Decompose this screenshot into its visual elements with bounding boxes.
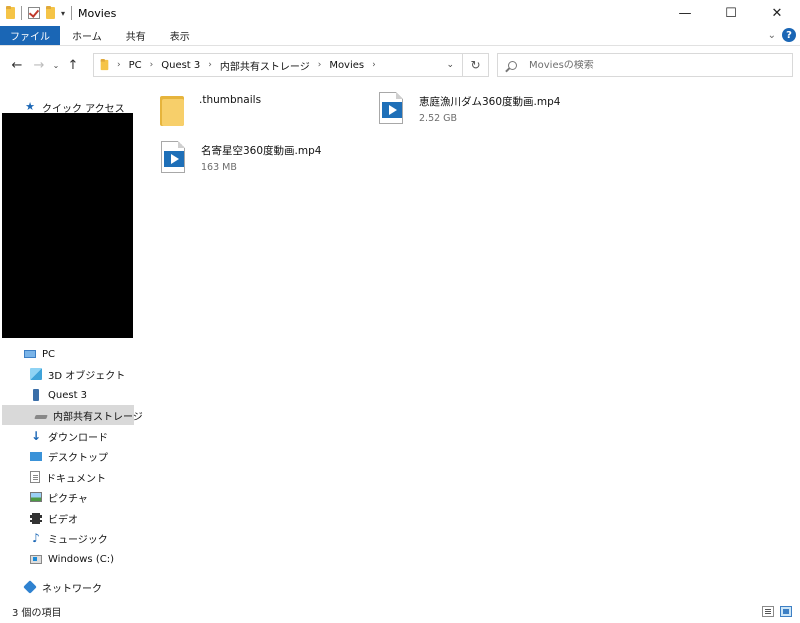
file-size: 2.52 GB — [419, 113, 458, 124]
video-file-icon — [378, 92, 406, 126]
customize-toolbar-icon[interactable]: ▾ — [61, 9, 65, 18]
refresh-icon[interactable]: ↻ — [463, 53, 489, 77]
sidebar-item-pc[interactable]: PC — [0, 344, 134, 364]
sidebar-item-label: 3D オブジェクト — [48, 370, 126, 382]
expand-ribbon-icon[interactable]: ⌄ — [768, 30, 776, 41]
network-icon — [23, 580, 37, 594]
quick-access-toolbar: ▾ — [0, 0, 73, 26]
recent-locations-chevron-icon[interactable]: ⌄ — [50, 61, 62, 70]
large-icons-view-icon[interactable] — [780, 606, 792, 617]
chevron-right-icon[interactable]: › — [208, 60, 212, 70]
list-item[interactable]: 名寄星空360度動画.mp4 163 MB — [160, 141, 321, 185]
ribbon-right-controls: ⌄ ? — [768, 28, 796, 42]
close-button[interactable]: ✕ — [754, 0, 800, 26]
sidebar-item-label: Windows (C:) — [48, 553, 114, 565]
sidebar-item-network[interactable]: ネットワーク — [0, 577, 134, 597]
search-input[interactable] — [529, 59, 769, 71]
minimize-button[interactable]: — — [662, 0, 708, 26]
address-folder-icon — [100, 59, 109, 71]
file-list: .thumbnails 恵庭漁川ダム360度動画.mp4 2.52 GB 名寄星… — [140, 84, 800, 598]
sidebar-item-label: ビデオ — [48, 514, 78, 526]
sidebar-item-desktop[interactable]: デスクトップ — [0, 446, 134, 466]
redacted-region — [2, 113, 133, 338]
new-folder-icon[interactable] — [46, 6, 55, 19]
chevron-down-icon[interactable]: ⌄ — [446, 60, 454, 70]
drive-icon — [34, 415, 48, 419]
file-name: 恵庭漁川ダム360度動画.mp4 — [419, 96, 561, 108]
chevron-right-icon[interactable]: › — [318, 60, 322, 70]
sidebar-item-label: 内部共有ストレージ — [53, 411, 143, 423]
chevron-right-icon[interactable]: › — [150, 60, 154, 70]
sidebar-item-label: ピクチャ — [48, 493, 88, 505]
sidebar-item-label: ドキュメント — [46, 473, 106, 485]
sidebar-item-windows-c[interactable]: Windows (C:) — [0, 549, 134, 569]
maximize-button[interactable]: ☐ — [708, 0, 754, 26]
breadcrumb-quest[interactable]: Quest 3 — [161, 60, 200, 71]
breadcrumb-pc[interactable]: PC — [129, 60, 142, 71]
back-arrow-icon[interactable]: ← — [6, 54, 28, 76]
tab-view[interactable]: 表示 — [158, 26, 202, 45]
forward-arrow-icon[interactable]: → — [28, 54, 50, 76]
sidebar-item-label: ネットワーク — [42, 583, 102, 595]
sidebar-item-pictures[interactable]: ピクチャ — [0, 487, 134, 507]
folder-icon — [160, 94, 186, 126]
item-count: 3 個の項目 — [12, 608, 62, 619]
sidebar-item-label: デスクトップ — [48, 452, 108, 464]
film-icon — [30, 512, 42, 524]
toolbar-separator — [21, 6, 22, 20]
sidebar-item-label: PC — [42, 348, 56, 360]
windows-drive-icon — [30, 554, 42, 564]
window-title: Movies — [78, 6, 117, 20]
sidebar-item-label: ミュージック — [48, 534, 108, 546]
music-note-icon: ♪ — [32, 531, 40, 545]
star-icon: ★ — [25, 100, 35, 113]
sidebar-item-documents[interactable]: ドキュメント — [0, 467, 134, 487]
sidebar-item-label: Quest 3 — [48, 389, 88, 401]
search-icon — [508, 60, 517, 70]
download-icon: ↓ — [30, 429, 42, 443]
device-icon — [33, 389, 39, 401]
tab-share[interactable]: 共有 — [114, 26, 158, 45]
file-size: 163 MB — [201, 162, 237, 173]
window-controls: — ☐ ✕ — [662, 0, 800, 26]
file-name: .thumbnails — [199, 94, 262, 106]
sidebar-item-videos[interactable]: ビデオ — [0, 508, 134, 528]
tab-file[interactable]: ファイル — [0, 26, 60, 45]
title-bar: ▾ Movies — ☐ ✕ — [0, 0, 800, 26]
view-switcher — [762, 606, 792, 617]
status-bar: 3 個の項目 — [0, 600, 800, 623]
breadcrumb-movies[interactable]: Movies — [329, 60, 364, 71]
sidebar-item-downloads[interactable]: ↓ ダウンロード — [0, 426, 134, 446]
chevron-right-icon[interactable]: › — [372, 60, 376, 70]
folder-icon[interactable] — [6, 6, 15, 19]
sidebar-item-internal-storage[interactable]: 内部共有ストレージ — [2, 405, 143, 425]
pc-icon — [24, 350, 36, 358]
sidebar-item-label: ダウンロード — [48, 432, 108, 444]
ribbon-tabs: ファイル ホーム 共有 表示 ⌄ ? — [0, 26, 800, 46]
list-item[interactable]: 恵庭漁川ダム360度動画.mp4 2.52 GB — [378, 92, 560, 136]
properties-icon[interactable] — [28, 7, 40, 19]
list-item[interactable]: .thumbnails — [160, 92, 261, 136]
file-name: 名寄星空360度動画.mp4 — [201, 145, 322, 157]
sidebar-item-quest[interactable]: Quest 3 — [0, 385, 134, 405]
cube-icon — [30, 368, 42, 380]
chevron-right-icon[interactable]: › — [117, 60, 121, 70]
toolbar-separator — [71, 6, 73, 20]
video-file-icon — [160, 141, 188, 175]
help-icon[interactable]: ? — [782, 28, 796, 42]
address-bar[interactable]: › PC › Quest 3 › 内部共有ストレージ › Movies › ⌄ — [93, 53, 463, 77]
breadcrumb-internal-storage[interactable]: 内部共有ストレージ — [220, 58, 310, 73]
up-arrow-icon[interactable]: ↑ — [62, 54, 84, 76]
sidebar-item-3d-objects[interactable]: 3D オブジェクト — [0, 364, 134, 384]
picture-icon — [30, 492, 42, 502]
desktop-icon — [30, 451, 42, 461]
navigation-bar: ← → ⌄ ↑ › PC › Quest 3 › 内部共有ストレージ › Mov… — [0, 50, 800, 80]
navigation-pane: ★ クイック アクセス PC 3D オブジェクト Quest 3 内部共有ストレ… — [0, 88, 143, 598]
tab-home[interactable]: ホーム — [60, 26, 114, 45]
sidebar-item-music[interactable]: ♪ ミュージック — [0, 528, 134, 548]
details-view-icon[interactable] — [762, 606, 774, 617]
search-box[interactable] — [497, 53, 793, 77]
document-icon — [30, 471, 40, 483]
